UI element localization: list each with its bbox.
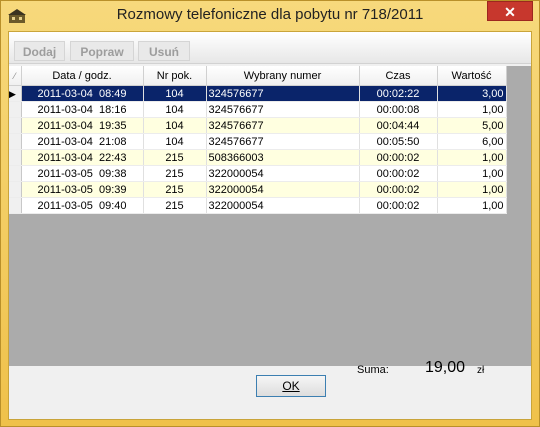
cell-value: 1,00 [437,165,507,182]
cell-value: 3,00 [437,85,507,102]
client-area: Dodaj Popraw Usuń ⁄ Data / godz. Nr pok.… [8,31,532,420]
cell-number: 322000054 [206,197,360,214]
column-header-number[interactable]: Wybrany numer [206,66,360,86]
column-header-value[interactable]: Wartość [437,66,507,86]
table-row[interactable]: 2011-03-04 22:43 215 508366003 00:00:02 1,00 [9,149,507,166]
cell-room: 215 [143,181,207,198]
cell-number: 324576677 [206,117,360,134]
cell-room: 215 [143,197,207,214]
header-row: ⁄ Data / godz. Nr pok. Wybrany numer Cza… [9,66,507,86]
table-row[interactable]: 2011-03-04 18:16 104 324576677 00:00:08 1,00 [9,101,507,118]
row-indicator[interactable] [9,197,22,214]
row-indicator[interactable] [9,149,22,166]
sum-unit: zł [477,365,485,376]
current-row-arrow-icon[interactable]: ▶ [9,85,22,102]
cell-value: 1,00 [437,181,507,198]
window-title: Rozmowy telefoniczne dla pobytu nr 718/2… [116,6,424,23]
cell-room: 104 [143,133,207,150]
cell-value: 1,00 [437,197,507,214]
column-header-room[interactable]: Nr pok. [143,66,207,86]
cell-date: 2011-03-04 19:35 [21,117,144,134]
calls-table: ⁄ Data / godz. Nr pok. Wybrany numer Cza… [9,66,507,214]
column-header-date[interactable]: Data / godz. [21,66,144,86]
row-indicator[interactable] [9,181,22,198]
cell-duration: 00:00:02 [359,197,438,214]
cell-number: 324576677 [206,133,360,150]
calls-grid[interactable]: ⁄ Data / godz. Nr pok. Wybrany numer Cza… [9,66,531,366]
cell-value: 1,00 [437,149,507,166]
sum-value: 19,00 [425,359,466,376]
cell-number: 322000054 [206,181,360,198]
cell-value: 6,00 [437,133,507,150]
cell-number: 322000054 [206,165,360,182]
toolbar: Dodaj Popraw Usuń [9,32,531,64]
table-row[interactable]: ▶ 2011-03-04 08:49 104 324576677 00:02:22 3,0… [9,85,507,102]
cell-number: 324576677 [206,85,360,102]
table-row[interactable]: 2011-03-04 19:35 104 324576677 00:04:44 5,00 [9,117,507,134]
cell-value: 5,00 [437,117,507,134]
table-row[interactable]: 2011-03-05 09:39 215 322000054 00:00:02 1,00 [9,181,507,198]
cell-date: 2011-03-04 21:08 [21,133,144,150]
cell-date: 2011-03-05 09:40 [21,197,144,214]
cell-duration: 00:00:02 [359,149,438,166]
cell-value: 1,00 [437,101,507,118]
cell-duration: 00:04:44 [359,117,438,134]
cell-room: 215 [143,165,207,182]
edit-button[interactable]: Popraw [70,41,134,61]
table-row[interactable]: 2011-03-04 21:08 104 324576677 00:05:50 6,00 [9,133,507,150]
table-row[interactable]: 2011-03-05 09:40 215 322000054 00:00:02 1,00 [9,197,507,214]
close-button[interactable]: ✕ [487,1,533,21]
cell-room: 215 [143,149,207,166]
row-indicator[interactable] [9,133,22,150]
cell-date: 2011-03-04 18:16 [21,101,144,118]
cell-duration: 00:02:22 [359,85,438,102]
cell-date: 2011-03-04 22:43 [21,149,144,166]
cell-date: 2011-03-05 09:39 [21,181,144,198]
cell-room: 104 [143,101,207,118]
cell-number: 508366003 [206,149,360,166]
column-header-duration[interactable]: Czas [359,66,438,86]
cell-date: 2011-03-05 09:38 [21,165,144,182]
ok-button[interactable]: OK [256,375,326,397]
cell-room: 104 [143,117,207,134]
row-indicator[interactable] [9,165,22,182]
title-bar[interactable]: Rozmowy telefoniczne dla pobytu nr 718/2… [1,1,539,31]
row-indicator[interactable] [9,117,22,134]
cell-duration: 00:00:02 [359,165,438,182]
row-indicator[interactable] [9,101,22,118]
cell-duration: 00:00:08 [359,101,438,118]
cell-date: 2011-03-04 08:49 [21,85,144,102]
sort-corner-icon[interactable]: ⁄ [9,66,22,86]
sum-label: Suma: [357,364,389,376]
cell-number: 324576677 [206,101,360,118]
add-button[interactable]: Dodaj [14,41,65,61]
delete-button[interactable]: Usuń [138,41,190,61]
dialog-window: Rozmowy telefoniczne dla pobytu nr 718/2… [0,0,540,427]
table-row[interactable]: 2011-03-05 09:38 215 322000054 00:00:02 1,00 [9,165,507,182]
cell-duration: 00:05:50 [359,133,438,150]
cell-room: 104 [143,85,207,102]
cell-duration: 00:00:02 [359,181,438,198]
